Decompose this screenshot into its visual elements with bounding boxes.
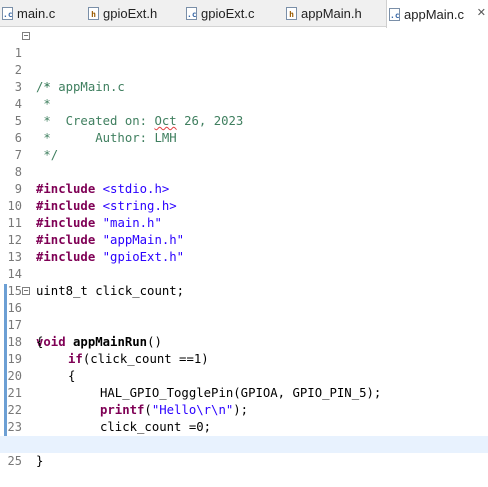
code-line: 5 * Author: LMH <box>0 96 488 145</box>
code-line: 9 #include <string.h> <box>0 164 488 213</box>
tab-label: appMain.h <box>301 6 362 21</box>
code-line: 8 #include <stdio.h> <box>0 147 488 196</box>
tab-label: main.c <box>17 6 56 21</box>
code-line: 20 HAL_GPIO_TogglePin(GPIOA, GPIO_PIN_5)… <box>0 351 488 400</box>
code-line: 21 printf("Hello\r\n"); <box>0 368 488 417</box>
code-line: 18 if(click_count ==1) <box>0 317 488 366</box>
code-line: 3 * <box>0 62 488 111</box>
c-source-file-icon: .c <box>389 7 400 21</box>
tab-label: gpioExt.h <box>103 6 158 21</box>
c-source-file-icon: .c <box>2 7 13 20</box>
code-line: 24 } <box>0 419 488 468</box>
code-line: 22 click_count =0; <box>0 385 488 434</box>
tab-gpioext-h[interactable]: h gpioExt.h <box>86 0 182 27</box>
tab-appmain-c[interactable]: .c appMain.c ✕ <box>386 0 488 28</box>
code-line: 11 #include "appMain.h" <box>0 198 488 247</box>
fold-toggle-icon[interactable]: − <box>22 32 30 40</box>
code-line: 4 * Created on: Oct 26, 2023 <box>0 79 488 128</box>
code-line: 17 { <box>0 300 488 349</box>
code-line: 6 */ <box>0 113 488 162</box>
code-line: 19 { <box>0 334 488 383</box>
code-line: 12 #include "gpioExt.h" <box>0 215 488 264</box>
fold-toggle-icon[interactable]: − <box>22 287 30 295</box>
current-code-line[interactable]: 25 <box>0 436 488 468</box>
code-line: 13 <box>0 232 488 264</box>
c-source-file-icon: .c <box>186 7 197 20</box>
code-line: 2 * appMain.c <box>0 45 488 94</box>
code-line: 14 uint8_t click_count; <box>0 249 488 298</box>
tab-appmain-h[interactable]: h appMain.h <box>284 0 384 27</box>
code-line: 15 <box>0 266 488 298</box>
code-editor[interactable]: 1 − /* 2 * appMain.c 3 * 4 * Created on:… <box>0 28 488 468</box>
header-file-icon: h <box>286 7 297 20</box>
code-line: 23 } <box>0 402 488 451</box>
code-line: 7 <box>0 130 488 162</box>
editor-tab-bar: .c main.c h gpioExt.h .c gpioExt.c h app… <box>0 0 488 28</box>
tab-gpioext-c[interactable]: .c gpioExt.c <box>184 0 280 27</box>
tab-label: gpioExt.c <box>201 6 255 21</box>
close-icon[interactable]: ✕ <box>477 6 486 19</box>
header-file-icon: h <box>88 7 99 20</box>
tab-main-c[interactable]: .c main.c <box>0 0 84 27</box>
code-line: 1 − /* <box>0 28 488 95</box>
code-line: 16 − void appMainRun() <box>0 283 488 350</box>
tab-label: appMain.c <box>404 6 464 22</box>
code-line: 10 #include "main.h" <box>0 181 488 230</box>
